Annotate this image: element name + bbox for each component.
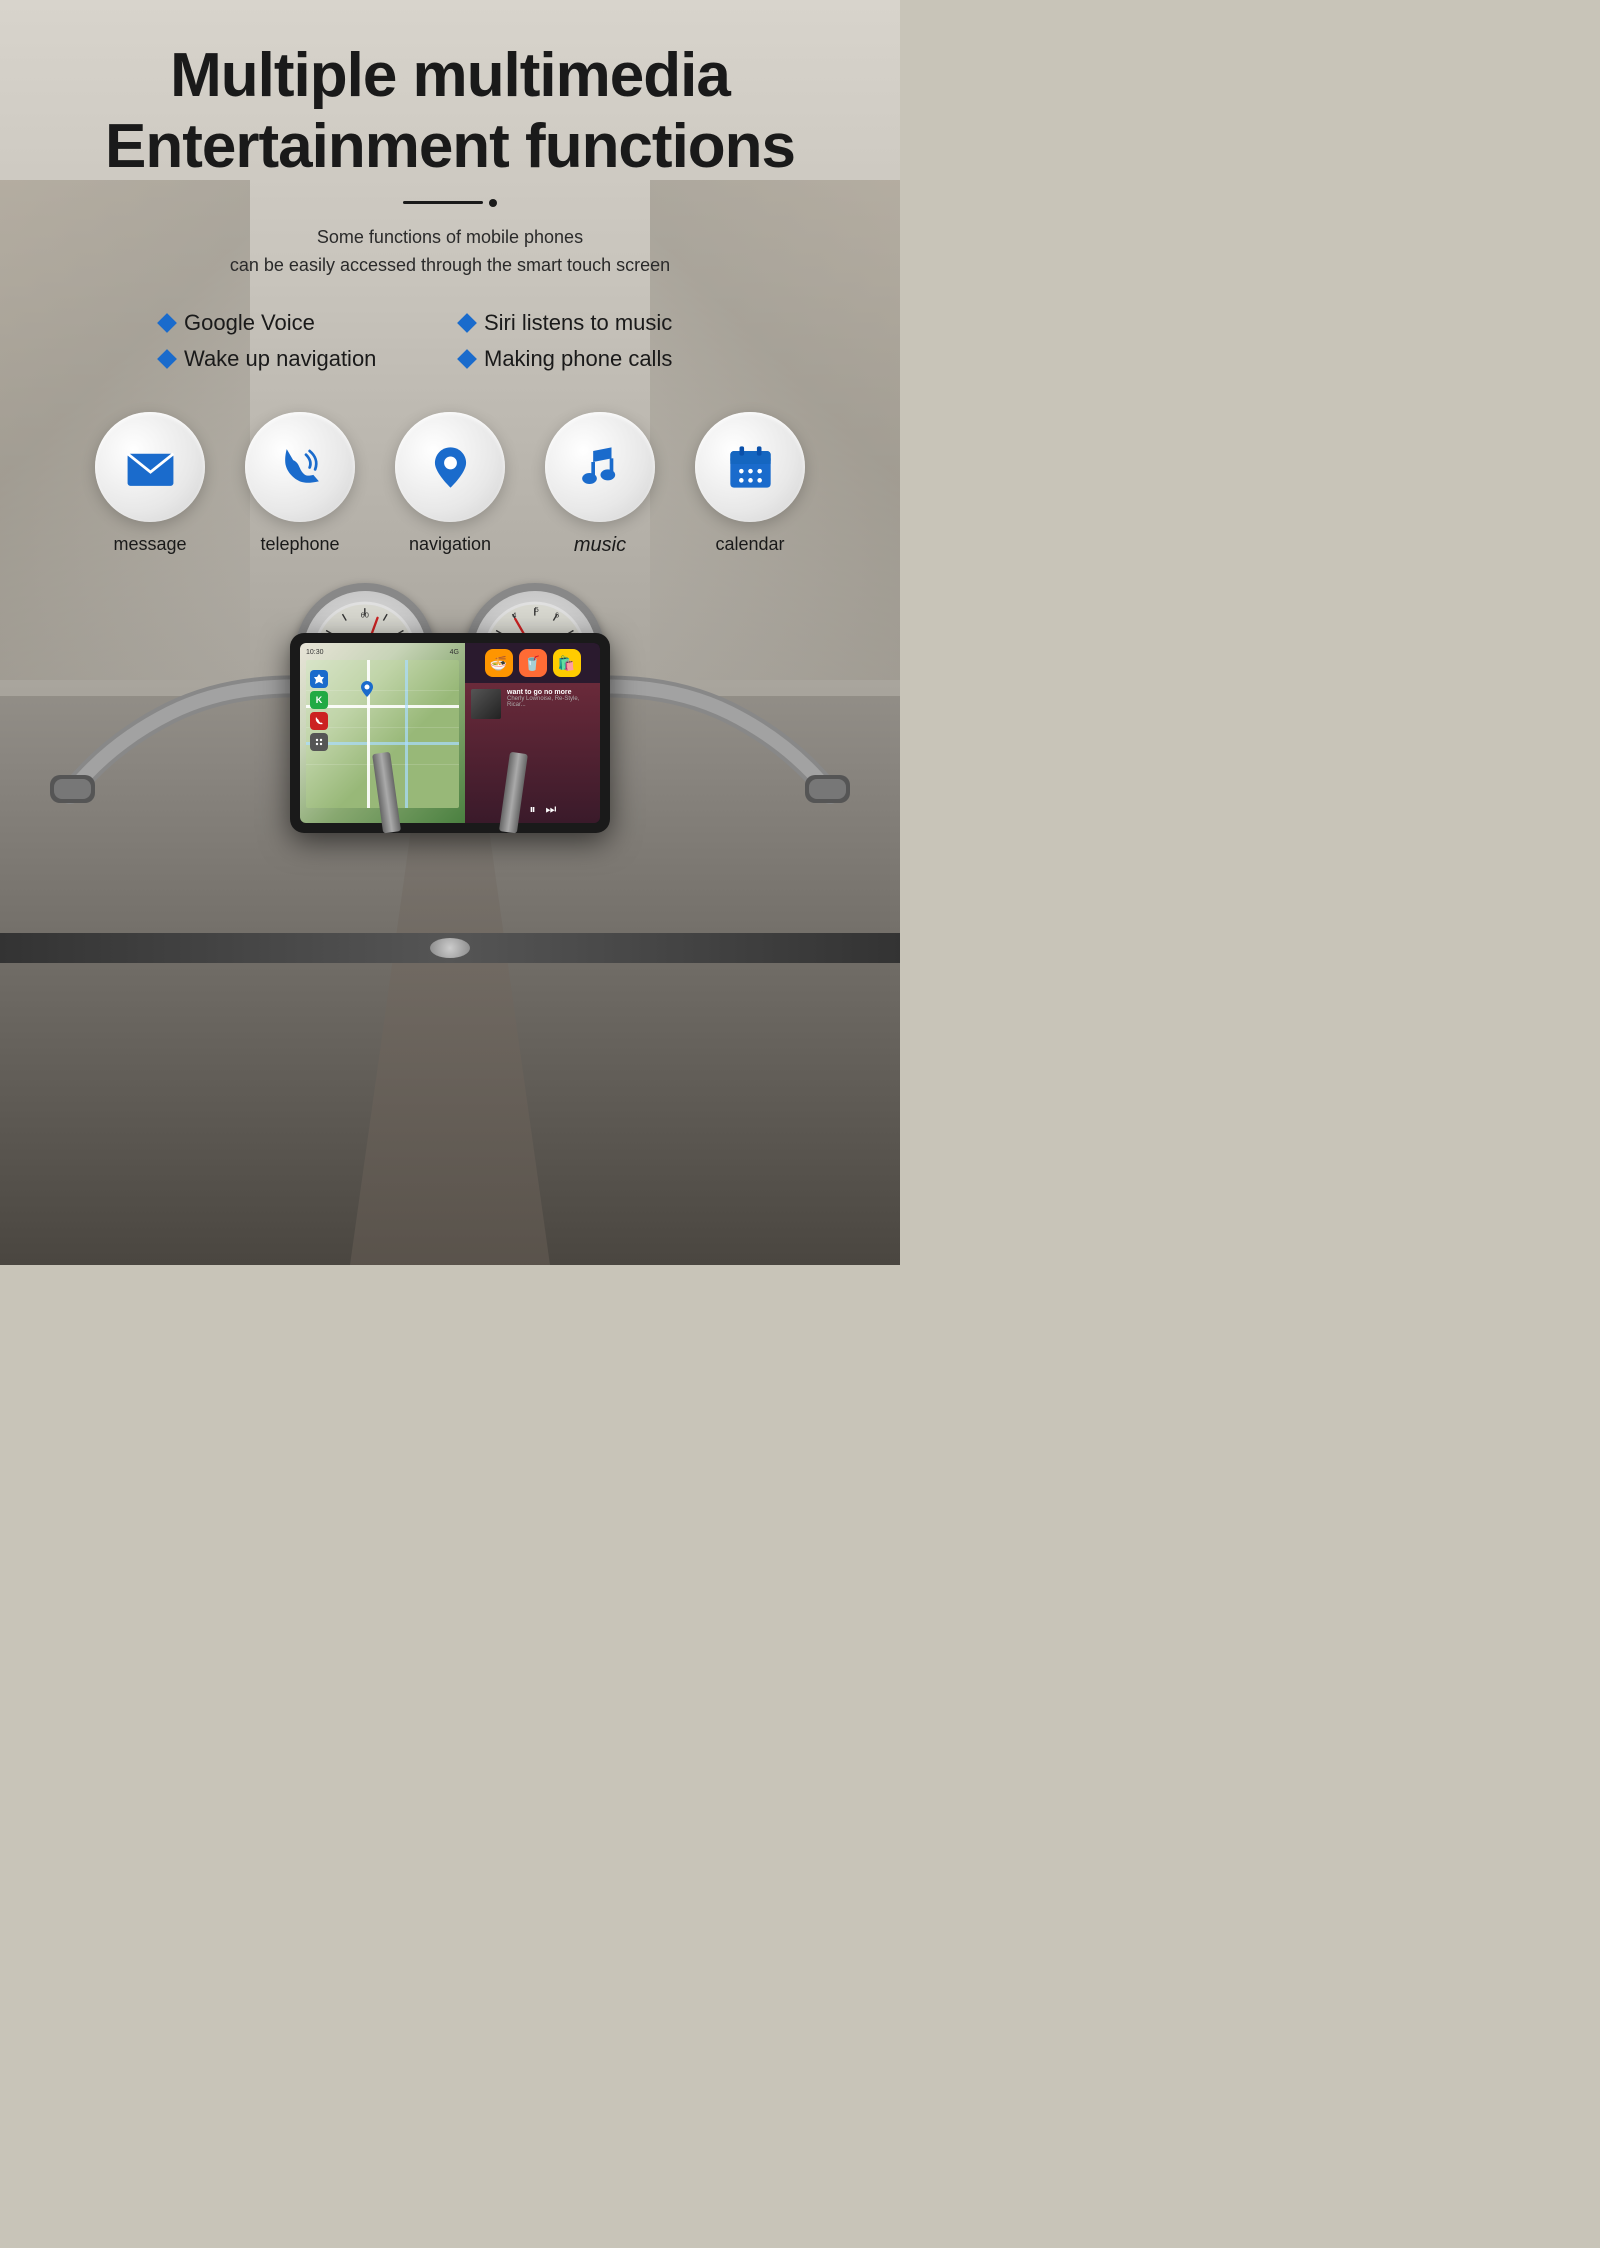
status-bar: 10:30 4G — [306, 649, 459, 656]
subtitle: Some functions of mobile phones can be e… — [50, 223, 850, 281]
feature-label-siri-music: Siri listens to music — [484, 310, 672, 336]
handlebars-area: 20 60 100 40 80 120 140 km/h — [50, 573, 850, 913]
music-icon-circle — [545, 412, 655, 522]
maps-app-icon — [310, 670, 328, 688]
screen-display: 10:30 4G — [300, 643, 600, 823]
title-divider — [50, 199, 850, 207]
screen-right-panel: 🍜 🥤 🛍️ want to go no more — [465, 643, 600, 823]
title-line1: Multiple multimedia — [170, 41, 730, 110]
diamond-icon — [457, 349, 477, 369]
message-icon-circle — [95, 412, 205, 522]
location-icon — [423, 440, 478, 495]
music-note-icon — [573, 440, 628, 495]
icon-item-navigation: navigation — [385, 412, 515, 557]
apps-grid-icon — [310, 733, 328, 751]
bottom-chrome-detail — [430, 938, 470, 958]
diamond-icon — [157, 313, 177, 333]
svg-text:60: 60 — [361, 611, 369, 620]
screen-time: 10:30 — [306, 649, 324, 656]
maps-icon-svg — [313, 673, 325, 685]
envelope-icon — [123, 440, 178, 495]
function-icons-row: message telephone — [50, 412, 850, 557]
feature-siri-music: Siri listens to music — [460, 310, 740, 336]
map-grid-1 — [306, 690, 459, 691]
page-content: Multiple multimedia Entertainment functi… — [0, 0, 900, 933]
navigation-label: navigation — [409, 534, 491, 555]
screen-signal: 4G — [450, 649, 459, 656]
app-icons-row: 🍜 🥤 🛍️ — [465, 643, 600, 683]
music-player-panel: want to go no more Cherly Lownoise, Re-S… — [465, 683, 600, 823]
feature-label-phone-calls: Making phone calls — [484, 346, 672, 372]
music-info: want to go no more Cherly Lownoise, Re-S… — [471, 689, 594, 719]
subtitle-line2: can be easily accessed through the smart… — [230, 255, 670, 275]
map-road-2 — [306, 742, 459, 745]
carplay-screen-device[interactable]: 10:30 4G — [290, 633, 610, 833]
song-artist: Cherly Lownoise, Re-Style, Ricar... — [507, 696, 594, 708]
map-grid-2 — [306, 727, 459, 728]
svg-text:5: 5 — [535, 605, 539, 614]
feature-label-wake-nav: Wake up navigation — [184, 346, 376, 372]
forward-button[interactable]: ⏭ — [546, 802, 557, 817]
map-road-1 — [306, 705, 459, 708]
message-label: message — [113, 534, 186, 555]
phone-app-svg — [314, 716, 324, 726]
bottom-bar — [0, 933, 900, 963]
diamond-icon — [457, 313, 477, 333]
feature-phone-calls: Making phone calls — [460, 346, 740, 372]
svg-text:6: 6 — [555, 611, 559, 620]
title-line2: Entertainment functions — [105, 112, 795, 181]
divider-dot — [489, 199, 497, 207]
diamond-icon — [157, 349, 177, 369]
song-title: want to go no more — [507, 689, 594, 696]
icon-item-calendar: calendar — [685, 412, 815, 557]
map-overlay-apps: K — [310, 670, 328, 751]
divider-line — [403, 201, 483, 204]
feature-wake-navigation: Wake up navigation — [160, 346, 440, 372]
telephone-label: telephone — [260, 534, 339, 555]
navigation-icon-circle — [395, 412, 505, 522]
calendar-label: calendar — [715, 534, 784, 555]
motorcycle-dashboard-section: 20 60 100 40 80 120 140 km/h — [50, 573, 850, 913]
screen-mount-area: 10:30 4G — [372, 733, 528, 833]
waze-app-icon: K — [310, 691, 328, 709]
telephone-icon-circle — [245, 412, 355, 522]
album-art — [471, 689, 501, 719]
shopping-app-icon: 🛍️ — [553, 649, 581, 677]
features-grid: Google Voice Siri listens to music Wake … — [140, 310, 760, 372]
icon-item-message: message — [85, 412, 215, 557]
page-wrapper: Multiple multimedia Entertainment functi… — [0, 0, 900, 1265]
icon-item-music: music — [535, 412, 665, 557]
song-details: want to go no more Cherly Lownoise, Re-S… — [507, 689, 594, 708]
feature-label-google-voice: Google Voice — [184, 310, 315, 336]
feature-google-voice: Google Voice — [160, 310, 440, 336]
hero-title: Multiple multimedia Entertainment functi… — [50, 40, 850, 183]
map-road-4 — [405, 660, 408, 808]
hero-title-block: Multiple multimedia Entertainment functi… — [50, 40, 850, 183]
map-pin-icon — [361, 681, 373, 697]
pause-button[interactable]: ⏸ — [529, 802, 535, 817]
music-label: music — [574, 534, 626, 557]
icon-item-telephone: telephone — [235, 412, 365, 557]
subtitle-line1: Some functions of mobile phones — [317, 227, 583, 247]
calendar-icon-circle — [695, 412, 805, 522]
music-controls[interactable]: ⏮ ⏸ ⏭ — [471, 802, 594, 817]
phone-app-icon — [310, 712, 328, 730]
calendar-icon — [723, 440, 778, 495]
phone-icon — [273, 440, 328, 495]
grid-svg — [314, 737, 324, 747]
food-app-icon: 🍜 — [485, 649, 513, 677]
map-pin — [361, 681, 373, 702]
drinks-app-icon: 🥤 — [519, 649, 547, 677]
